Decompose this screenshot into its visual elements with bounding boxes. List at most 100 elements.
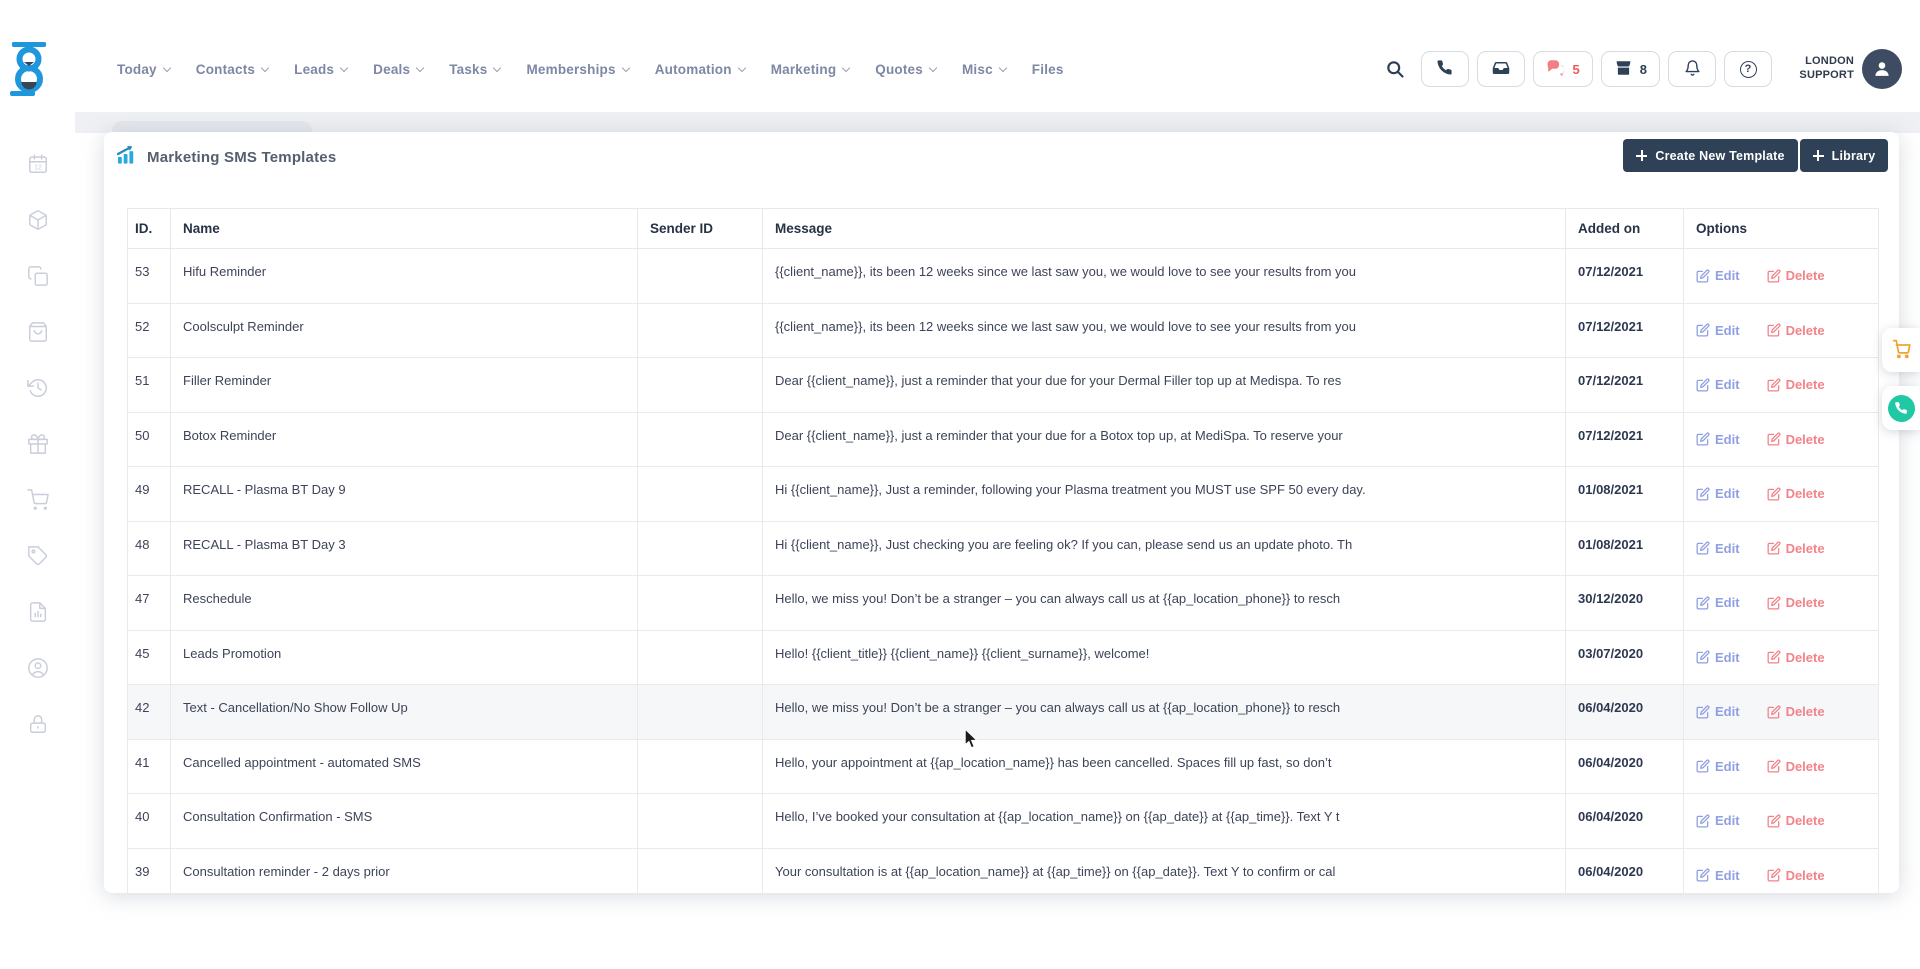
nav-item-automation[interactable]: Automation (655, 62, 745, 77)
cell-sender-id (638, 412, 763, 467)
create-new-template-button[interactable]: Create New Template (1623, 139, 1798, 172)
inbox-button[interactable] (1477, 51, 1525, 87)
nav-item-misc[interactable]: Misc (962, 62, 1006, 77)
lock-icon[interactable] (27, 712, 49, 736)
edit-link[interactable]: Edit (1696, 595, 1740, 610)
help-button[interactable] (1724, 51, 1772, 87)
cell-name: Consultation reminder - 2 days prior (171, 848, 638, 893)
cell-name: Coolsculpt Reminder (171, 303, 638, 358)
delete-link[interactable]: Delete (1767, 704, 1825, 719)
store-button[interactable]: 8 (1601, 51, 1660, 87)
edit-link[interactable]: Edit (1696, 377, 1740, 392)
edit-square-icon (1696, 705, 1710, 719)
delete-link[interactable]: Delete (1767, 432, 1825, 447)
cell-name: Filler Reminder (171, 358, 638, 413)
box-icon[interactable] (27, 208, 49, 232)
search-icon[interactable] (1385, 59, 1405, 79)
whatsapp-icon (1888, 395, 1915, 422)
delete-link[interactable]: Delete (1767, 268, 1825, 283)
edit-square-icon (1767, 487, 1781, 501)
cell-options: Edit Delete (1684, 303, 1879, 358)
cell-message: Hi {{client_name}}, Just a reminder, fol… (763, 467, 1566, 522)
edit-square-icon (1767, 269, 1781, 283)
chevron-down-icon (163, 63, 171, 71)
delete-link[interactable]: Delete (1767, 377, 1825, 392)
edit-square-icon (1767, 759, 1781, 773)
cart-floating-button[interactable] (1882, 328, 1920, 372)
edit-square-icon (1696, 596, 1710, 610)
delete-link[interactable]: Delete (1767, 868, 1825, 883)
edit-link[interactable]: Edit (1696, 486, 1740, 501)
nav-item-contacts[interactable]: Contacts (196, 62, 268, 77)
gift-icon[interactable] (27, 432, 49, 456)
delete-link[interactable]: Delete (1767, 595, 1825, 610)
edit-link[interactable]: Edit (1696, 323, 1740, 338)
edit-square-icon (1696, 269, 1710, 283)
cell-options: Edit Delete (1684, 576, 1879, 631)
edit-link[interactable]: Edit (1696, 813, 1740, 828)
nav-item-tasks[interactable]: Tasks (449, 62, 500, 77)
whatsapp-floating-button[interactable] (1882, 386, 1920, 430)
cell-options: Edit Delete (1684, 630, 1879, 685)
edit-link[interactable]: Edit (1696, 704, 1740, 719)
cell-added-on: 06/04/2020 (1566, 739, 1684, 794)
nav-item-quotes[interactable]: Quotes (875, 62, 936, 77)
nav-item-files[interactable]: Files (1032, 62, 1064, 77)
delete-link[interactable]: Delete (1767, 323, 1825, 338)
delete-link[interactable]: Delete (1767, 486, 1825, 501)
edit-square-icon (1767, 323, 1781, 337)
cell-id: 41 (128, 739, 171, 794)
column-header-sender-id: Sender ID (638, 209, 763, 249)
delete-link[interactable]: Delete (1767, 813, 1825, 828)
nav-item-today[interactable]: Today (117, 62, 170, 77)
delete-link[interactable]: Delete (1767, 541, 1825, 556)
cell-name: Leads Promotion (171, 630, 638, 685)
delete-link[interactable]: Delete (1767, 759, 1825, 774)
chevron-down-icon (999, 63, 1007, 71)
cell-sender-id (638, 576, 763, 631)
edit-link-label: Edit (1715, 868, 1740, 883)
messages-button[interactable]: 5 (1533, 51, 1593, 87)
sidebar: 12 (0, 0, 75, 969)
edit-square-icon (1696, 814, 1710, 828)
nav-item-leads[interactable]: Leads (294, 62, 347, 77)
edit-link[interactable]: Edit (1696, 541, 1740, 556)
cell-options: Edit Delete (1684, 467, 1879, 522)
cell-id: 50 (128, 412, 171, 467)
edit-link-label: Edit (1715, 432, 1740, 447)
nav-item-label: Marketing (771, 62, 837, 77)
avatar (1862, 49, 1902, 89)
tags-icon[interactable] (27, 544, 49, 568)
account-icon[interactable] (27, 656, 49, 680)
cell-sender-id (638, 794, 763, 849)
notifications-button[interactable] (1668, 51, 1716, 87)
report-icon[interactable] (27, 600, 49, 624)
chevron-down-icon (737, 63, 745, 71)
cart-icon (1891, 338, 1912, 362)
nav-item-deals[interactable]: Deals (373, 62, 423, 77)
cell-options: Edit Delete (1684, 249, 1879, 304)
copy-icon[interactable] (27, 264, 49, 288)
cart-icon[interactable] (27, 488, 49, 512)
edit-link[interactable]: Edit (1696, 268, 1740, 283)
app-logo[interactable] (9, 42, 49, 101)
edit-link[interactable]: Edit (1696, 868, 1740, 883)
history-icon[interactable] (27, 376, 49, 400)
edit-link[interactable]: Edit (1696, 650, 1740, 665)
phone-button[interactable] (1421, 51, 1469, 87)
delete-link-label: Delete (1786, 759, 1825, 774)
library-button[interactable]: Library (1800, 139, 1888, 172)
nav-item-memberships[interactable]: Memberships (526, 62, 628, 77)
phone-icon (1436, 59, 1453, 79)
bag-icon[interactable] (27, 320, 49, 344)
calendar-icon[interactable]: 12 (27, 152, 49, 176)
nav-item-label: Today (117, 62, 157, 77)
nav-item-marketing[interactable]: Marketing (771, 62, 850, 77)
nav-item-label: Quotes (875, 62, 923, 77)
account-menu[interactable]: LONDON SUPPORT (1788, 49, 1902, 89)
chevron-down-icon (929, 63, 937, 71)
edit-link[interactable]: Edit (1696, 432, 1740, 447)
cell-sender-id (638, 303, 763, 358)
delete-link[interactable]: Delete (1767, 650, 1825, 665)
edit-link[interactable]: Edit (1696, 759, 1740, 774)
